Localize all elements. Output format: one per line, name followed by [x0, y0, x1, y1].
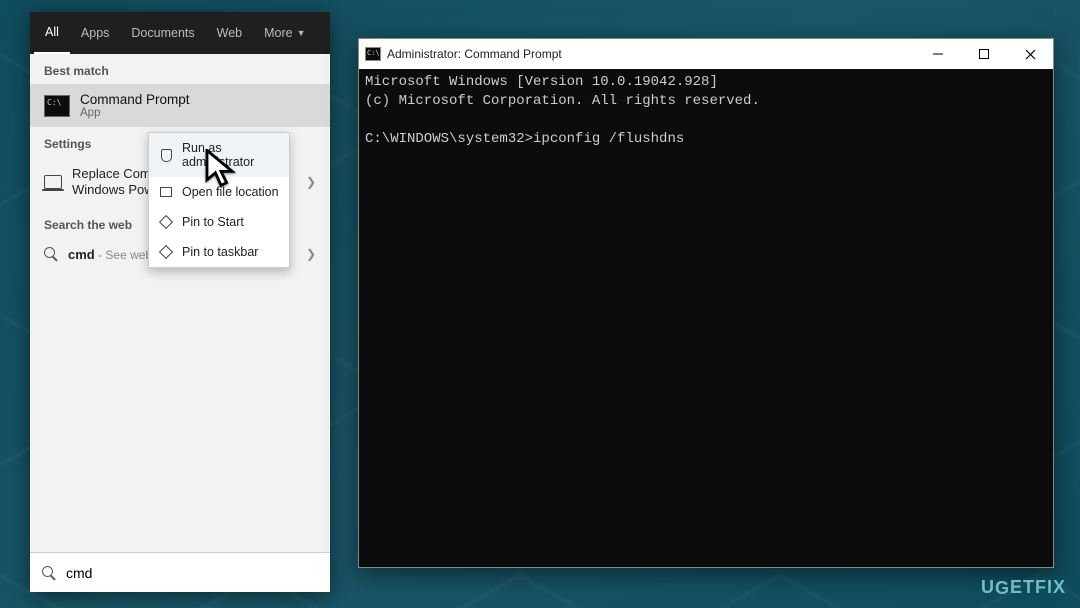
ctx-open-file-location-label: Open file location [182, 185, 279, 199]
context-menu: Run as administrator Open file location … [148, 132, 290, 268]
folder-icon [159, 185, 173, 199]
web-query-text: cmd [68, 247, 95, 262]
tab-web[interactable]: Web [206, 12, 253, 54]
shield-icon [159, 148, 173, 162]
minimize-button[interactable] [915, 39, 961, 69]
search-input-bar [30, 552, 330, 592]
best-match-title: Command Prompt [80, 92, 190, 107]
ctx-pin-to-start[interactable]: Pin to Start [149, 207, 289, 237]
ctx-run-as-admin-label: Run as administrator [182, 141, 279, 169]
terminal-line: Microsoft Windows [Version 10.0.19042.92… [365, 74, 718, 90]
command-prompt-icon: C:\ [44, 95, 70, 117]
chevron-right-icon: ❯ [306, 175, 316, 189]
best-match-subtitle: App [80, 107, 190, 119]
device-icon [44, 175, 62, 189]
tab-apps[interactable]: Apps [70, 12, 121, 54]
search-filter-tabs: All Apps Documents Web More ▼ [30, 12, 330, 54]
window-titlebar[interactable]: C:\ Administrator: Command Prompt [359, 39, 1053, 69]
start-search-panel: All Apps Documents Web More ▼ Best match… [30, 12, 330, 592]
ctx-pin-to-taskbar-label: Pin to taskbar [182, 245, 258, 259]
pin-icon [159, 215, 173, 229]
search-icon [44, 247, 58, 261]
best-match-result[interactable]: C:\ Command Prompt App [30, 84, 330, 127]
chevron-right-icon: ❯ [306, 247, 316, 261]
ctx-pin-to-taskbar[interactable]: Pin to taskbar [149, 237, 289, 267]
close-button[interactable] [1007, 39, 1053, 69]
ctx-run-as-admin[interactable]: Run as administrator [149, 133, 289, 177]
pin-icon [159, 245, 173, 259]
maximize-button[interactable] [961, 39, 1007, 69]
search-icon [42, 566, 56, 580]
search-input[interactable] [66, 565, 318, 581]
watermark: UGETFIX [981, 577, 1066, 598]
tab-documents[interactable]: Documents [120, 12, 205, 54]
terminal-prompt: C:\WINDOWS\system32> [365, 131, 533, 147]
tab-all[interactable]: All [34, 12, 70, 54]
tab-more-label: More [264, 26, 292, 40]
settings-item-line2: Windows Pow [72, 182, 154, 198]
ctx-open-file-location[interactable]: Open file location [149, 177, 289, 207]
terminal-line: (c) Microsoft Corporation. All rights re… [365, 93, 760, 109]
terminal-command: ipconfig /flushdns [533, 131, 684, 147]
window-controls [915, 39, 1053, 69]
best-match-label: Best match [30, 54, 330, 84]
chevron-down-icon: ▼ [297, 28, 306, 38]
command-prompt-icon: C:\ [365, 47, 381, 61]
command-prompt-window: C:\ Administrator: Command Prompt Micros… [358, 38, 1054, 568]
window-title: Administrator: Command Prompt [387, 47, 562, 61]
settings-item-line1: Replace Com [72, 166, 154, 182]
tab-more[interactable]: More ▼ [253, 12, 316, 54]
ctx-pin-to-start-label: Pin to Start [182, 215, 244, 229]
terminal-output[interactable]: Microsoft Windows [Version 10.0.19042.92… [359, 69, 1053, 567]
